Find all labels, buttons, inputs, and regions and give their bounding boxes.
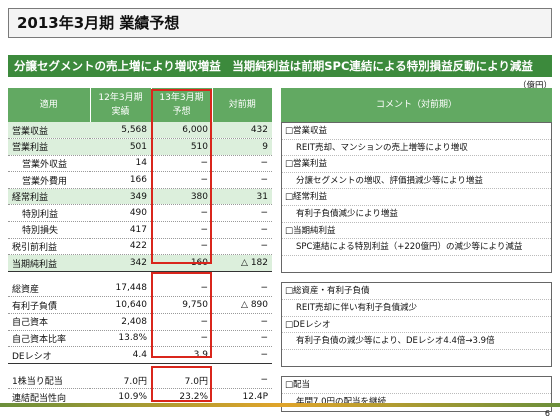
comment-line bbox=[282, 350, 551, 367]
actual-value: 2,408 bbox=[90, 313, 151, 331]
comment-line: □総資産・有利子負債 bbox=[282, 283, 551, 300]
row-label: 特別利益 bbox=[8, 204, 90, 223]
headline-banner: 分譲セグメントの売上増により増収増益 当期純利益は前期SPC連結による特別損益反… bbox=[8, 55, 552, 77]
table-row: 税引前利益 422− − bbox=[8, 238, 272, 256]
comment-header: コメント（対前期） bbox=[281, 88, 552, 122]
change-value: − bbox=[212, 280, 272, 298]
comment-box: □営業収益 REIT売却、マンションの売上増等により増収 □営業利益 分譲セグメントの… bbox=[281, 122, 552, 274]
row-label: 当期純利益 bbox=[8, 254, 90, 272]
table-row: 営業外収益 14− − bbox=[8, 155, 272, 173]
row-label: 営業外収益 bbox=[8, 155, 90, 173]
table-row: 総資産 17,448− − bbox=[8, 280, 272, 298]
table-row: 特別利益 490− − bbox=[8, 204, 272, 223]
table-row: DEレシオ 4.4 3.9− bbox=[8, 346, 272, 364]
change-value: − bbox=[212, 372, 272, 390]
change-value: − bbox=[212, 155, 272, 173]
actual-value: 4.4 bbox=[90, 346, 151, 364]
comment-line: □営業利益 bbox=[282, 156, 551, 173]
table-row: 経常利益 349 380 31 bbox=[8, 188, 272, 206]
comment-line: 有利子負債の減少等により、DEレシオ4.4倍→3.9倍 bbox=[282, 333, 551, 350]
table-row: 特別損失 417− − bbox=[8, 221, 272, 239]
comment-line: □経常利益 bbox=[282, 189, 551, 206]
change-value: 9 bbox=[212, 138, 272, 156]
table-row: 1株当り配当 7.0円 7.0円 − bbox=[8, 372, 272, 390]
actual-value: 7.0円 bbox=[90, 372, 151, 390]
actual-value: 13.8% bbox=[90, 330, 151, 348]
table-row: 自己資本 2,408− − bbox=[8, 313, 272, 331]
table-row: 有利子負債 10,640 9,750 △ 890 bbox=[8, 296, 272, 315]
row-label: 営業利益 bbox=[8, 138, 90, 156]
comment-line: REIT売却、マンションの売上増等により増収 bbox=[282, 140, 551, 157]
forecast-table: 適用 12年3月期 実績 13年3月期 予想 対前期 営業収益 5,568 6,00… bbox=[8, 88, 272, 406]
comment-line: □DEレシオ bbox=[282, 317, 551, 334]
row-label: 営業収益 bbox=[8, 122, 90, 140]
actual-value: 349 bbox=[90, 188, 151, 206]
change-value: − bbox=[212, 171, 272, 189]
row-label: 特別損失 bbox=[8, 221, 90, 239]
change-value: − bbox=[212, 221, 272, 239]
comment-line bbox=[282, 256, 551, 273]
row-label: 1株当り配当 bbox=[8, 372, 90, 390]
column-header: 対前期 bbox=[212, 88, 272, 122]
comment-line: 有利子負債減少により増益 bbox=[282, 206, 551, 223]
table-header-row: 適用 12年3月期 実績 13年3月期 予想 対前期 bbox=[8, 88, 272, 122]
footer-rule bbox=[0, 403, 560, 407]
actual-value: 5,568 bbox=[90, 122, 151, 140]
actual-value: 417 bbox=[90, 221, 151, 239]
change-value: △ 182 bbox=[212, 254, 272, 272]
comment-line: □当期純利益 bbox=[282, 223, 551, 240]
table-row: 自己資本比率 13.8% − − bbox=[8, 330, 272, 348]
row-label: 自己資本 bbox=[8, 313, 90, 331]
page-number: 6 bbox=[544, 409, 550, 418]
change-value: − bbox=[212, 204, 272, 223]
change-value: △ 890 bbox=[212, 296, 272, 315]
actual-value: 14 bbox=[90, 155, 151, 173]
actual-value: 17,448 bbox=[90, 280, 151, 298]
table-row: 営業外費用 166− − bbox=[8, 171, 272, 189]
table-row: 営業利益 501 510 9 bbox=[8, 138, 272, 156]
comment-line: □配当 bbox=[282, 377, 551, 394]
change-value: − bbox=[212, 238, 272, 256]
row-label: 自己資本比率 bbox=[8, 330, 90, 348]
table-row: 当期純利益 342 160 △ 182 bbox=[8, 254, 272, 272]
forecast-highlight-box bbox=[151, 272, 212, 358]
row-label: 営業外費用 bbox=[8, 171, 90, 189]
group-spacer bbox=[8, 271, 272, 281]
column-header: 12年3月期 実績 bbox=[90, 88, 152, 122]
actual-value: 342 bbox=[90, 254, 151, 272]
actual-value: 422 bbox=[90, 238, 151, 256]
column-header: 適用 bbox=[8, 88, 91, 122]
comment-line: SPC連結による特別利益（+220億円）の減少等により減益 bbox=[282, 239, 551, 256]
row-label: DEレシオ bbox=[8, 346, 90, 364]
change-value: 432 bbox=[212, 122, 272, 140]
comment-line: 分譲セグメントの増収、評価損減少等により増益 bbox=[282, 173, 551, 190]
change-value: 31 bbox=[212, 188, 272, 206]
row-label: 税引前利益 bbox=[8, 238, 90, 256]
actual-value: 490 bbox=[90, 204, 151, 223]
change-value: − bbox=[212, 313, 272, 331]
comment-box: □総資産・有利子負債 REIT売却に伴い有利子負債減少 □DEレシオ 有利子負債の減少… bbox=[281, 282, 552, 368]
change-value: − bbox=[212, 330, 272, 348]
change-value: − bbox=[212, 346, 272, 364]
group-spacer bbox=[8, 363, 272, 373]
comment-panel: コメント（対前期） □営業収益 REIT売却、マンションの売上増等により増収 □営業… bbox=[281, 88, 552, 412]
table-row: 営業収益 5,568 6,000 432 bbox=[8, 122, 272, 140]
comment-line: REIT売却に伴い有利子負債減少 bbox=[282, 300, 551, 317]
row-label: 総資産 bbox=[8, 280, 90, 298]
forecast-highlight-box bbox=[151, 366, 212, 402]
row-label: 経常利益 bbox=[8, 188, 90, 206]
row-label: 有利子負債 bbox=[8, 296, 90, 315]
actual-value: 10,640 bbox=[90, 296, 151, 315]
forecast-highlight-box bbox=[151, 89, 212, 264]
actual-value: 501 bbox=[90, 138, 151, 156]
comment-line: □営業収益 bbox=[282, 123, 551, 140]
actual-value: 166 bbox=[90, 171, 151, 189]
page-title: 2013年3月期 業績予想 bbox=[8, 8, 552, 38]
